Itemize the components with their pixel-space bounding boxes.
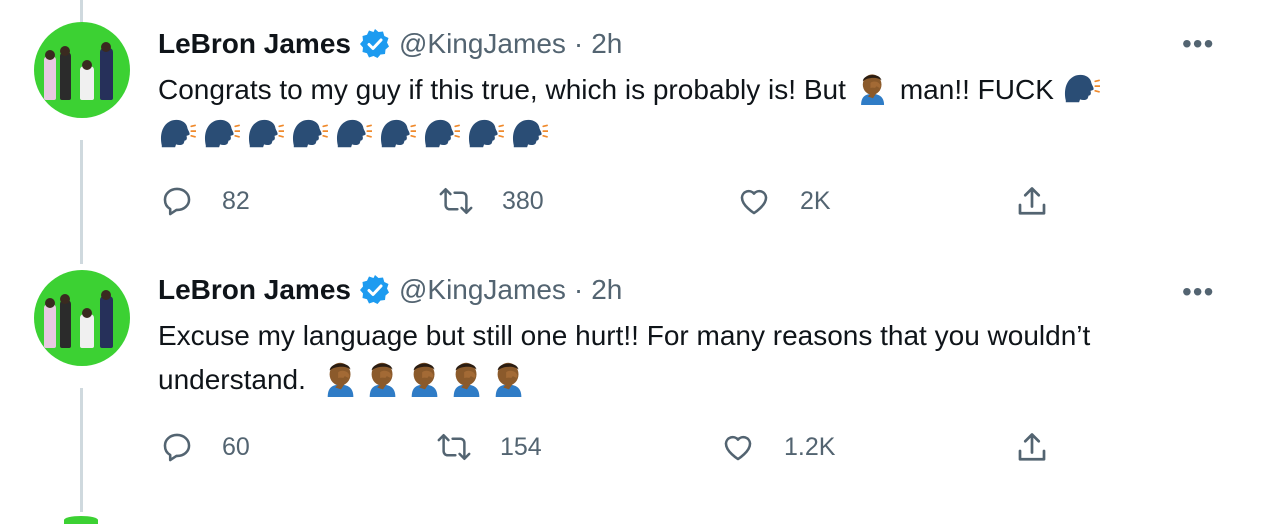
share-icon [1018,433,1046,461]
speaking-head-emoji-icon [246,116,284,150]
share-button[interactable] [1014,430,1078,466]
emoji-line [322,359,528,397]
speaking-head-emoji-icon [422,116,460,150]
tweet-text-line2: understand. [158,358,1238,402]
speaking-head-emoji-icon [378,116,416,150]
verified-badge-icon [359,28,391,60]
emoji-line [158,116,548,150]
facepalm-emoji-icon [322,359,360,397]
share-icon [1018,187,1046,215]
like-button[interactable]: 2K [736,184,831,218]
speaking-head-emoji-icon [466,116,504,150]
like-count: 1.2K [784,432,836,461]
like-count: 2K [800,186,831,215]
avatar[interactable] [34,270,130,366]
avatar[interactable] [34,22,130,118]
reply-icon [163,187,191,216]
retweet-button[interactable]: 154 [436,430,542,464]
speaking-head-emoji-icon [290,116,328,150]
tweet-header: LeBron James @KingJames · 2h [158,272,622,308]
tweet-text: Congrats to my guy if this true, which i… [158,68,1238,112]
author-handle[interactable]: @KingJames [399,28,566,60]
share-button[interactable] [1014,184,1078,220]
reply-button[interactable]: 60 [160,430,250,464]
timestamp[interactable]: 2h [591,274,622,306]
reply-icon [163,433,191,462]
reply-count: 60 [222,432,250,461]
facepalm-emoji-icon [448,359,486,397]
author-name[interactable]: LeBron James [158,274,351,306]
reply-count: 82 [222,186,250,215]
facepalm-emoji-icon [364,359,402,397]
speaking-head-emoji-icon [334,116,372,150]
like-button[interactable]: 1.2K [720,430,835,464]
author-name[interactable]: LeBron James [158,28,351,60]
next-avatar[interactable] [64,516,98,524]
speaking-head-emoji-icon [1062,71,1100,105]
retweet-icon [439,187,473,215]
facepalm-emoji-icon [406,359,444,397]
speaking-head-emoji-icon [510,116,548,150]
tweet-text-part1: Congrats to my guy if this true, which i… [158,74,846,105]
verified-badge-icon [359,274,391,306]
tweet-1[interactable]: LeBron James @KingJames · 2h ••• Congrat… [0,0,1282,260]
tweet-2[interactable]: LeBron James @KingJames · 2h ••• Excuse … [0,262,1282,512]
facepalm-emoji-icon [854,71,892,105]
heart-icon [724,435,752,461]
tweet-text-line2-text: understand. [158,364,306,395]
heart-icon [740,189,768,215]
retweet-icon [437,433,471,461]
facepalm-emoji-icon [490,359,528,397]
retweet-count: 154 [500,432,542,461]
author-handle[interactable]: @KingJames [399,274,566,306]
tweet-header: LeBron James @KingJames · 2h [158,26,622,62]
more-options-icon[interactable]: ••• [1182,28,1214,60]
retweet-button[interactable]: 380 [438,184,544,218]
separator: · [573,274,584,305]
separator: · [573,28,584,59]
speaking-head-emoji-icon [158,116,196,150]
tweet-text-part2: man!! FUCK [899,74,1054,105]
tweet-text-line1: Excuse my language but still one hurt!! … [158,320,1091,351]
timestamp[interactable]: 2h [591,28,622,60]
reply-button[interactable]: 82 [160,184,250,218]
retweet-count: 380 [502,186,544,215]
more-options-icon[interactable]: ••• [1182,276,1214,308]
speaking-head-emoji-icon [202,116,240,150]
